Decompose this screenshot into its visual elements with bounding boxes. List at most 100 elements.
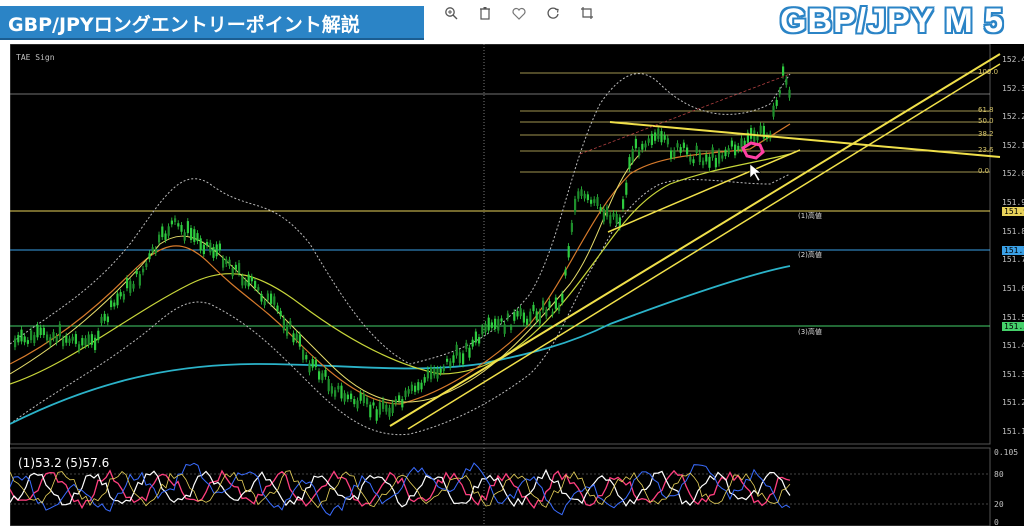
candle-body: [228, 259, 231, 266]
candle-body: [730, 140, 733, 147]
price-tick-label: 152.420: [1002, 55, 1024, 64]
candle-body: [606, 207, 609, 217]
candle-body: [375, 409, 378, 421]
fib-anchor-line: [579, 73, 791, 155]
refresh-icon[interactable]: [544, 4, 562, 22]
candle-body: [452, 355, 455, 363]
candle-body: [215, 244, 218, 257]
candle-body: [148, 253, 151, 260]
candle-body: [212, 247, 215, 258]
candle-body: [273, 296, 276, 305]
candle-body: [679, 147, 682, 153]
fib-level-label: 0.0: [978, 167, 990, 175]
candle-body: [609, 215, 612, 224]
candle-body: [180, 224, 183, 232]
candle-body: [58, 324, 61, 337]
candle-body: [46, 334, 49, 341]
candle-body: [234, 264, 237, 270]
price-tick-label: 152.319: [1002, 83, 1024, 93]
candle-body: [686, 147, 689, 155]
osc-tick-label: 80: [994, 470, 1004, 479]
video-title: GBP/JPYロングエントリーポイント解説: [8, 14, 360, 36]
candle-body: [426, 369, 429, 379]
heart-icon[interactable]: [510, 4, 528, 22]
candle-body: [225, 259, 228, 265]
price-tick-label: 151.940: [1002, 198, 1024, 208]
candle-body: [449, 361, 452, 368]
fib-level-label: 100.0: [978, 68, 999, 76]
candle-body: [202, 244, 205, 255]
candle-body: [369, 404, 372, 418]
candle-body: [423, 377, 426, 383]
candle-body: [401, 399, 404, 408]
candle-body: [510, 326, 513, 331]
candle-body: [97, 330, 100, 341]
chart-area[interactable]: TAE Sign (1)53.2 (5)57.6 (1)高値 (2)高値 (3)…: [10, 44, 1024, 527]
candle-body: [622, 199, 625, 209]
candle-body: [33, 335, 36, 343]
candle-body: [382, 399, 385, 409]
candle-body: [119, 292, 122, 297]
candle-body: [734, 144, 737, 156]
price-level-tag: 151.925: [1002, 207, 1024, 216]
candle-body: [673, 150, 676, 157]
candle-body: [52, 332, 55, 339]
candle-body: [343, 393, 346, 402]
candle-body: [526, 318, 529, 325]
candle-body: [670, 150, 673, 159]
candle-body: [702, 160, 705, 166]
zoom-in-icon[interactable]: [442, 4, 460, 22]
candle-body: [327, 379, 330, 392]
candle-body: [385, 404, 388, 412]
candle-body: [42, 327, 45, 336]
crop-icon[interactable]: [578, 4, 596, 22]
candle-body: [356, 400, 359, 409]
price-tick-label: 152.035: [1002, 169, 1024, 179]
candle-body: [199, 238, 202, 251]
candle-body: [321, 373, 324, 381]
trash-icon[interactable]: [476, 4, 494, 22]
candle-body: [282, 317, 285, 331]
candle-body: [318, 371, 321, 380]
candle-body: [471, 339, 474, 347]
fib-level-label: 38.2: [978, 130, 994, 138]
candle-body: [689, 156, 692, 162]
candle-body: [519, 308, 522, 317]
candle-body: [561, 293, 564, 303]
oscillator-series: [10, 462, 791, 517]
candle-body: [145, 263, 148, 267]
candle-body: [308, 363, 311, 373]
candle-body: [644, 143, 647, 148]
candle-body: [753, 130, 756, 142]
candle-body: [244, 280, 247, 286]
candle-body: [276, 305, 279, 311]
candle-body: [94, 337, 97, 351]
candle-body: [129, 281, 132, 293]
candle-body: [241, 276, 244, 286]
candle-body: [641, 143, 644, 150]
candle-body: [708, 156, 711, 168]
candle-body: [394, 399, 397, 404]
candle-body: [20, 329, 23, 342]
candle-body: [359, 392, 362, 401]
candle-body: [193, 229, 196, 242]
candle-body: [660, 131, 663, 143]
candle-body: [458, 352, 461, 363]
candle-body: [222, 258, 225, 268]
candle-body: [494, 318, 497, 329]
oscillator-value-label: (1)53.2 (5)57.6: [18, 456, 110, 470]
candle-body: [513, 312, 516, 321]
candle-body: [353, 398, 356, 405]
candle-body: [599, 207, 602, 211]
candle-body: [113, 302, 116, 307]
candle-body: [580, 189, 583, 196]
candle-body: [167, 226, 170, 236]
candle-body: [132, 283, 135, 289]
candle-body: [334, 390, 337, 397]
candle-body: [727, 148, 730, 155]
candle-body: [196, 233, 199, 242]
candle-body: [90, 334, 93, 345]
candle-body: [721, 155, 724, 159]
candle-body: [436, 368, 439, 379]
candle-body: [186, 221, 189, 234]
